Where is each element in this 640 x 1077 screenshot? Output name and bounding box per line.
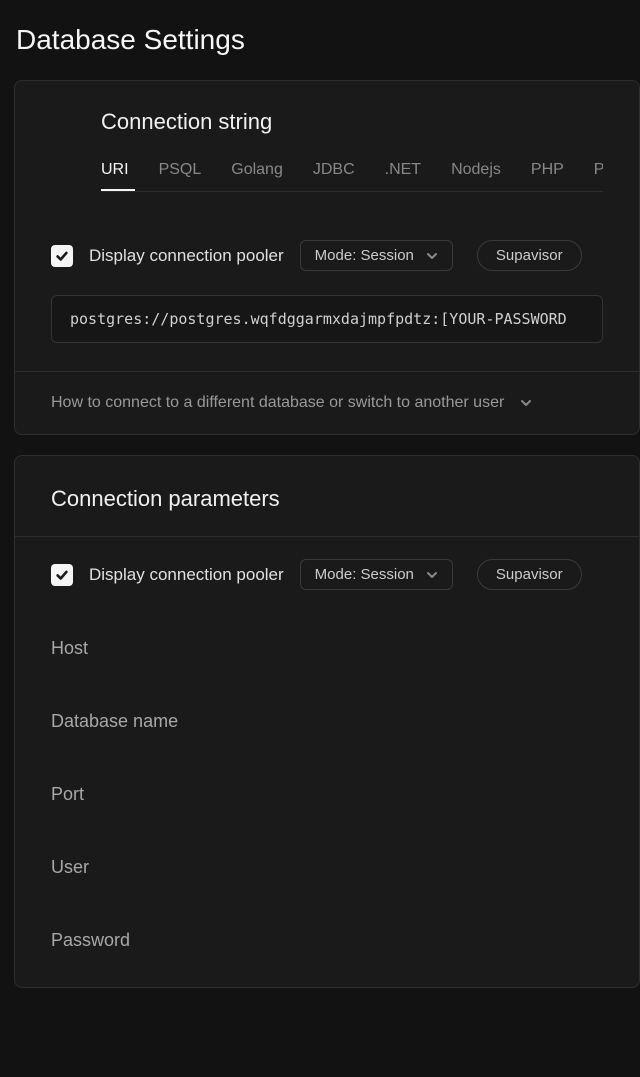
footer-text: How to connect to a different database o… [51, 394, 504, 412]
param-host-label: Host [51, 638, 603, 659]
supavisor-button[interactable]: Supavisor [477, 240, 582, 271]
tab-golang[interactable]: Golang [231, 161, 283, 191]
param-port-label: Port [51, 784, 603, 805]
chevron-down-icon [426, 569, 438, 581]
param-database-name-label: Database name [51, 711, 603, 732]
connection-string-title: Connection string [101, 109, 603, 135]
chevron-down-icon [520, 397, 532, 409]
chevron-down-icon [426, 250, 438, 262]
params-display-pooler-checkbox[interactable] [51, 564, 73, 586]
mode-label: Mode: Session [315, 247, 414, 264]
tab-uri[interactable]: URI [101, 161, 129, 191]
param-user-label: User [51, 857, 603, 878]
params-mode-label: Mode: Session [315, 566, 414, 583]
tab-python[interactable]: Python [594, 161, 603, 191]
tab-nodejs[interactable]: Nodejs [451, 161, 501, 191]
tab-php[interactable]: PHP [531, 161, 564, 191]
params-supavisor-button[interactable]: Supavisor [477, 559, 582, 590]
pooler-row: Display connection pooler Mode: Session … [51, 240, 603, 271]
connection-parameters-card: Connection parameters Display connection… [14, 455, 640, 988]
connection-string-value[interactable]: postgres://postgres.wqfdggarmxdajmpfpdtz… [51, 295, 603, 343]
params-mode-select[interactable]: Mode: Session [300, 559, 453, 590]
display-pooler-checkbox[interactable] [51, 245, 73, 267]
mode-select[interactable]: Mode: Session [300, 240, 453, 271]
params-pooler-row: Display connection pooler Mode: Session … [15, 537, 639, 590]
params-fields: Host Database name Port User Password [15, 638, 639, 987]
param-password-label: Password [51, 930, 603, 951]
checkmark-icon [55, 568, 69, 582]
page-title: Database Settings [0, 0, 640, 80]
params-display-pooler-label: Display connection pooler [89, 565, 284, 585]
connection-string-footer[interactable]: How to connect to a different database o… [15, 371, 639, 434]
display-pooler-label: Display connection pooler [89, 246, 284, 266]
connection-string-card: Connection string URI PSQL Golang JDBC .… [14, 80, 640, 435]
connection-parameters-title: Connection parameters [51, 486, 603, 512]
tab-psql[interactable]: PSQL [159, 161, 202, 191]
tab-dotnet[interactable]: .NET [385, 161, 421, 191]
checkmark-icon [55, 249, 69, 263]
connection-string-tabs: URI PSQL Golang JDBC .NET Nodejs PHP Pyt… [101, 161, 603, 192]
tab-jdbc[interactable]: JDBC [313, 161, 355, 191]
